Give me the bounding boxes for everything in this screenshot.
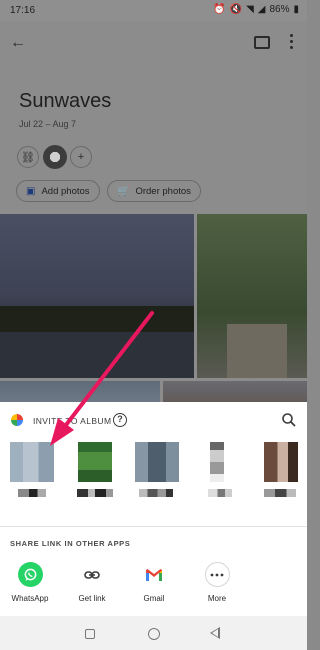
back-triangle-icon[interactable] xyxy=(210,627,220,639)
app-label: Get link xyxy=(78,594,106,603)
contact-avatar xyxy=(210,442,224,482)
add-photos-label: Add photos xyxy=(41,185,90,197)
add-photo-icon: ▣ xyxy=(26,185,36,197)
comment-icon[interactable] xyxy=(254,36,270,49)
more-icon xyxy=(204,562,230,587)
wifi-icon: ◥ xyxy=(246,4,254,15)
system-nav-bar xyxy=(0,616,307,650)
contact-avatar xyxy=(264,442,298,482)
share-sheet-header: INVITE TO ALBUM ? xyxy=(0,410,307,432)
link-share-button[interactable]: ⛓ xyxy=(17,146,39,168)
share-link-section-title: SHARE LINK IN OTHER APPS xyxy=(10,539,131,548)
contact-name xyxy=(77,489,113,497)
whatsapp-icon xyxy=(17,562,43,587)
app-label: Gmail xyxy=(143,594,165,603)
signal-icon: ◢ xyxy=(257,4,266,15)
battery-percent: 86% xyxy=(269,4,290,15)
photo-thumbnail[interactable] xyxy=(197,214,307,378)
contact-avatar xyxy=(10,442,54,482)
order-photos-button[interactable]: 🛒 Order photos xyxy=(107,180,201,202)
more-vert-icon[interactable] xyxy=(290,34,294,49)
alarm-icon: ⏰ xyxy=(213,4,226,15)
contact-avatar xyxy=(78,442,112,482)
album-dates: Jul 22 – Aug 7 xyxy=(19,119,77,129)
status-icons: ⏰ 🔇 ◥ ◢ 86% ▮ xyxy=(213,4,299,15)
app-label: WhatsApp xyxy=(11,594,49,603)
status-time: 17:16 xyxy=(10,5,36,16)
contact-suggestion[interactable] xyxy=(258,442,302,502)
google-photos-icon xyxy=(11,414,23,426)
contact-suggestion[interactable] xyxy=(135,442,179,502)
contact-avatar xyxy=(135,442,179,482)
divider xyxy=(0,526,307,527)
photo-thumbnail[interactable] xyxy=(0,214,194,378)
gmail-icon xyxy=(142,562,167,587)
help-icon[interactable]: ? xyxy=(113,413,127,427)
share-app-gmail[interactable]: Gmail xyxy=(129,562,179,603)
search-icon[interactable] xyxy=(281,412,297,428)
add-person-button[interactable]: + xyxy=(70,146,92,168)
share-sheet: INVITE TO ALBUM ? SHARE LINK IN OTHER AP… xyxy=(0,402,307,616)
album-title: Sunwaves xyxy=(19,90,112,112)
battery-icon: ▮ xyxy=(293,4,299,15)
share-app-get-link[interactable]: Get link xyxy=(67,562,117,603)
recents-icon[interactable] xyxy=(85,629,95,639)
avatar[interactable] xyxy=(43,145,67,169)
contact-suggestion[interactable] xyxy=(73,442,117,502)
album-view: ← Sunwaves Jul 22 – Aug 7 ⛓ + ▣ Add phot… xyxy=(0,22,307,426)
app-label: More xyxy=(207,594,227,603)
status-bar: 17:16 ⏰ 🔇 ◥ ◢ 86% ▮ xyxy=(0,0,307,22)
home-icon[interactable] xyxy=(148,628,160,640)
add-photos-button[interactable]: ▣ Add photos xyxy=(16,180,100,202)
link-icon xyxy=(80,562,105,587)
mute-icon: 🔇 xyxy=(229,4,243,15)
contact-suggestion[interactable] xyxy=(10,442,54,502)
contact-name xyxy=(139,489,173,497)
contact-name xyxy=(18,489,46,497)
plus-icon: + xyxy=(77,151,85,163)
back-arrow-icon[interactable]: ← xyxy=(10,34,26,52)
contact-suggestion[interactable] xyxy=(198,442,242,502)
invite-label: INVITE TO ALBUM xyxy=(33,416,112,426)
cart-icon: 🛒 xyxy=(117,185,130,197)
app-bar: ← xyxy=(0,32,307,58)
contact-name xyxy=(264,489,296,497)
share-app-whatsapp[interactable]: WhatsApp xyxy=(5,562,55,603)
contact-name xyxy=(208,489,232,497)
share-app-more[interactable]: More xyxy=(192,562,242,603)
order-photos-label: Order photos xyxy=(135,185,191,197)
link-icon: ⛓ xyxy=(21,151,35,164)
